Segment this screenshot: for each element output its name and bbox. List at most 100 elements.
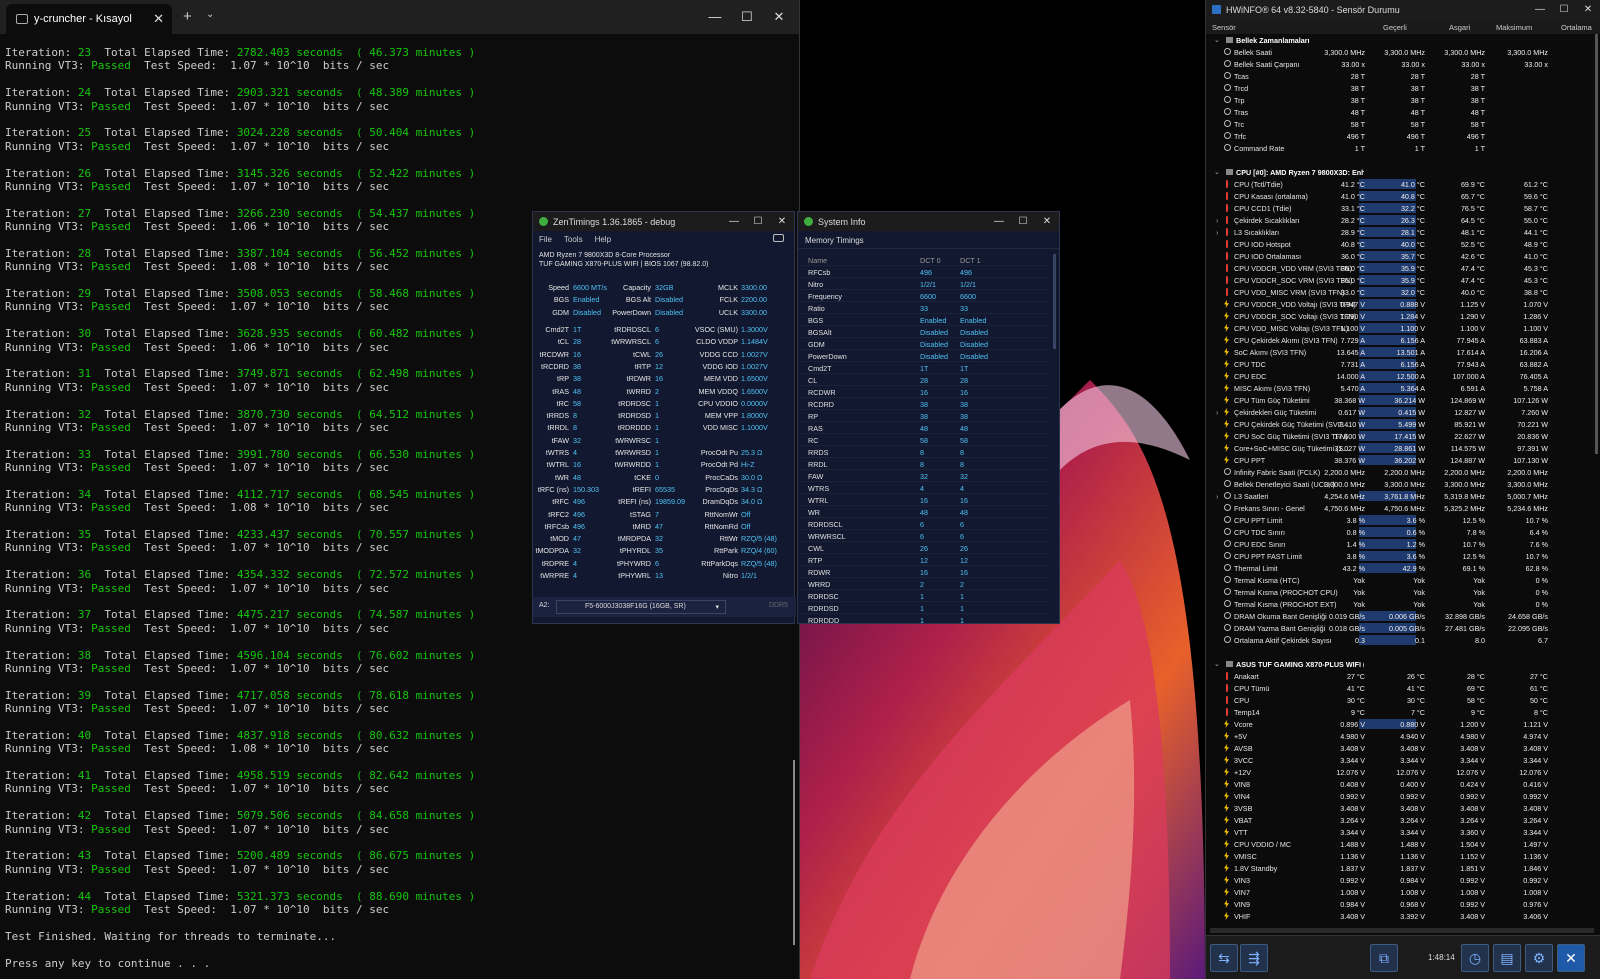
table-row[interactable]: RCDRD 38 38	[802, 398, 1047, 410]
sensor-row[interactable]: VIN9 0.984 V 0.968 V 0.992 V 0.976 V	[1206, 898, 1596, 910]
sensor-row[interactable]: Trfc 496 T 496 T 496 T	[1206, 130, 1596, 142]
sensor-row[interactable]: CPU VDDCR_SOC VRM (SVI3 TFN) 36.0 °C 35.9 …	[1206, 274, 1596, 286]
table-row[interactable]: BGSAlt Disabled Disabled	[802, 326, 1047, 338]
table-row[interactable]: PowerDown Disabled Disabled	[802, 350, 1047, 362]
sensor-row[interactable]: Vcore 0.896 V 0.880 V 1.200 V 1.121 V	[1206, 718, 1596, 730]
sensor-row[interactable]: CPU PPT 38.376 W 36.202 W 124.887 W 107.130 …	[1206, 454, 1596, 466]
sensor-row[interactable]: Trp 38 T 38 T 38 T	[1206, 94, 1596, 106]
sensor-row[interactable]: › Çekirdek Sıcaklıkları 28.2 °C 26.3 °C 64.5…	[1206, 214, 1596, 226]
sensor-row[interactable]: › L3 Saatleri 4,254.6 MHz 3,761.8 MHz 5,319.…	[1206, 490, 1596, 502]
sensor-row[interactable]: CPU PPT Limit 3.8 % 3.6 % 12.5 % 10.7 %	[1206, 514, 1596, 526]
sensor-row[interactable]: 3VCC 3.344 V 3.344 V 3.344 V 3.344 V	[1206, 754, 1596, 766]
sensor-row[interactable]: MISC Akımı (SVI3 TFN) 5.470 A 5.364 A 6.591…	[1206, 382, 1596, 394]
close-button[interactable]: ✕	[763, 2, 795, 32]
sensor-row[interactable]: VIN7 1.008 V 1.008 V 1.008 V 1.008 V	[1206, 886, 1596, 898]
sensor-row[interactable]: DRAM Okuma Bant Genişliği 0.019 GB/s 0.006…	[1206, 610, 1596, 622]
col-min[interactable]: Asgari	[1449, 23, 1470, 32]
menu-help[interactable]: Help	[595, 235, 611, 248]
sensor-row[interactable]: CPU (Tctl/Tdie) 41.2 °C 41.0 °C 69.9 °C 61.2…	[1206, 178, 1596, 190]
new-tab-button[interactable]: +	[183, 8, 192, 25]
chevron-down-icon[interactable]: ⌄	[1214, 660, 1220, 668]
sensor-group-header[interactable]: ⌄ Bellek Zamanlamaları	[1206, 34, 1596, 46]
hwinfo-horizontal-scrollbar[interactable]	[1210, 928, 1594, 933]
sensor-row[interactable]: VIN4 0.992 V 0.992 V 0.992 V 0.992 V	[1206, 790, 1596, 802]
sensor-row[interactable]: › Çekirdekleri Güç Tüketimi 0.617 W 0.415 W…	[1206, 406, 1596, 418]
chevron-right-icon[interactable]: ›	[1216, 228, 1218, 237]
sensor-row[interactable]: CPU Çekirdek Akımı (SVI3 TFN) 7.729 A 6.15…	[1206, 334, 1596, 346]
sensor-row[interactable]: CPU VDDCR_VDD VRM (SVI3 TFN) 36.0 °C 35.9 …	[1206, 262, 1596, 274]
sensor-row[interactable]: Trcd 38 T 38 T 38 T	[1206, 82, 1596, 94]
sensor-row[interactable]: SoC Akımı (SVI3 TFN) 13.645 A 13.501 A 17.6…	[1206, 346, 1596, 358]
table-row[interactable]: Ratio 33 33	[802, 302, 1047, 314]
minimize-button[interactable]: —	[699, 2, 731, 32]
table-row[interactable]: RRDS 8 8	[802, 446, 1047, 458]
table-row[interactable]: RDWR 16 16	[802, 566, 1047, 578]
sensor-row[interactable]: VIN8 0.408 V 0.400 V 0.424 V 0.416 V	[1206, 778, 1596, 790]
sensor-row[interactable]: Core+SoC+MISC Güç Tüketimi (S... 31.027 W…	[1206, 442, 1596, 454]
table-row[interactable]: RAS 48 48	[802, 422, 1047, 434]
table-row[interactable]: RC 58 58	[802, 434, 1047, 446]
sensor-row[interactable]: VHIF 3.408 V 3.392 V 3.408 V 3.406 V	[1206, 910, 1596, 922]
col-sensor[interactable]: Sensör	[1212, 23, 1236, 32]
sensor-row[interactable]: Trc 58 T 58 T 58 T	[1206, 118, 1596, 130]
sensor-row[interactable]: Bellek Saati Çarpanı 33.00 x 33.00 x 33.00 …	[1206, 58, 1596, 70]
table-row[interactable]: CWL 26 26	[802, 542, 1047, 554]
sensor-row[interactable]: DRAM Yazma Bant Genişliği 0.018 GB/s 0.005…	[1206, 622, 1596, 634]
table-row[interactable]: RP 38 38	[802, 410, 1047, 422]
sensor-row[interactable]: CPU VDDIO / MC 1.488 V 1.488 V 1.504 V 1.497…	[1206, 838, 1596, 850]
table-row[interactable]: RFCsb 496 496	[802, 266, 1047, 278]
table-row[interactable]: RDRDSD 1 1	[802, 602, 1047, 614]
table-row[interactable]: WTRS 4 4	[802, 482, 1047, 494]
table-row[interactable]: WRRD 2 2	[802, 578, 1047, 590]
col-max[interactable]: Maksimum	[1496, 23, 1532, 32]
terminal-tab[interactable]: y-cruncher - Kısayol ✕	[6, 4, 172, 34]
close-icon[interactable]: ✕	[1557, 944, 1585, 972]
col-current[interactable]: Geçerli	[1383, 23, 1407, 32]
menu-tools[interactable]: Tools	[564, 235, 583, 248]
sensor-row[interactable]: Termal Kısma (PROCHOT EXT) Yok Yok Yok 0 %	[1206, 598, 1596, 610]
sensor-row[interactable]: VMISC 1.136 V 1.136 V 1.152 V 1.136 V	[1206, 850, 1596, 862]
sensor-row[interactable]: CPU SoC Güç Tüketimi (SVI3 TFN) 17.600 W1…	[1206, 430, 1596, 442]
sensor-row[interactable]: AVSB 3.408 V 3.408 V 3.408 V 3.408 V	[1206, 742, 1596, 754]
sensor-row[interactable]: CPU Tümü 41 °C 41 °C 69 °C 61 °C	[1206, 682, 1596, 694]
sensor-row[interactable]: Termal Kısma (PROCHOT CPU) Yok Yok Yok 0 %	[1206, 586, 1596, 598]
table-row[interactable]: RRDL 8 8	[802, 458, 1047, 470]
table-row[interactable]: WTRL 16 16	[802, 494, 1047, 506]
table-row[interactable]: GDM Disabled Disabled	[802, 338, 1047, 350]
sensor-row[interactable]: Tras 48 T 48 T 48 T	[1206, 106, 1596, 118]
table-row[interactable]: CL 28 28	[802, 374, 1047, 386]
table-row[interactable]: Frequency 6600 6600	[802, 290, 1047, 302]
tab-dropdown-button[interactable]: ⌄	[206, 9, 214, 20]
chevron-down-icon[interactable]: ⌄	[1214, 36, 1220, 44]
sensor-row[interactable]: CPU TDC Sınırı 0.8 % 0.6 % 7.8 % 6.4 %	[1206, 526, 1596, 538]
sensor-row[interactable]: CPU VDD_MISC VRM (SVI3 TFN) 33.0 °C 32.0 °…	[1206, 286, 1596, 298]
clock-icon[interactable]: ◷	[1461, 944, 1489, 972]
sensor-row[interactable]: CPU Kasası (ortalama) 41.0 °C 40.8 °C 65.7 …	[1206, 190, 1596, 202]
table-row[interactable]: WRWRSCL 6 6	[802, 530, 1047, 542]
table-row[interactable]: BGS Enabled Enabled	[802, 314, 1047, 326]
table-row[interactable]: RDRDSC 1 1	[802, 590, 1047, 602]
sensor-row[interactable]: Thermal Limit 43.2 % 42.9 % 69.1 % 62.8 %	[1206, 562, 1596, 574]
close-tab-icon[interactable]: ✕	[153, 11, 164, 27]
sensor-row[interactable]: Infinity Fabric Saati (FCLK) 2,200.0 MHz 2…	[1206, 466, 1596, 478]
table-row[interactable]: RDRDDD 1 1	[802, 614, 1047, 624]
minimize-button[interactable]: —	[987, 207, 1011, 237]
table-row[interactable]: RDRDSCL 6 6	[802, 518, 1047, 530]
sensor-row[interactable]: › L3 Sıcaklıkları 28.9 °C 28.1 °C 48.1 °C 44.…	[1206, 226, 1596, 238]
hwinfo-scrollbar[interactable]	[1595, 34, 1598, 454]
sensor-row[interactable]: Bellek Denetleyici Saati (UCLK) 3,300.0 M…	[1206, 478, 1596, 490]
sensor-group-header[interactable]: ⌄CPU [#0]: AMD Ryzen 7 9800X3D: Enhanced	[1206, 166, 1596, 178]
sensor-row[interactable]: +5V 4.980 V 4.940 V 4.980 V 4.974 V	[1206, 730, 1596, 742]
sensor-row[interactable]: +12V 12.076 V 12.076 V 12.076 V 12.076 V	[1206, 766, 1596, 778]
sensor-row[interactable]: CPU TDC 7.731 A 6.156 A 77.943 A 63.882 A	[1206, 358, 1596, 370]
sensor-row[interactable]: Bellek Saati 3,300.0 MHz 3,300.0 MHz 3,300.…	[1206, 46, 1596, 58]
chevron-down-icon[interactable]: ⌄	[1214, 168, 1220, 176]
sensor-row[interactable]: Anakart 27 °C 26 °C 28 °C 27 °C	[1206, 670, 1596, 682]
sensor-row[interactable]: CPU PPT FAST Limit 3.8 % 3.6 % 12.5 % 10.7 %	[1206, 550, 1596, 562]
table-row[interactable]: RTP 12 12	[802, 554, 1047, 566]
arrows-expand-icon[interactable]: ⇶	[1240, 944, 1268, 972]
sensor-row[interactable]: CPU VDDCR_SOC Voltajı (SVI3 TFN) 1.290 V1…	[1206, 310, 1596, 322]
report-icon[interactable]: ▤	[1493, 944, 1521, 972]
gear-icon[interactable]: ⚙	[1525, 944, 1553, 972]
sensor-group-header[interactable]: ⌄ASUS TUF GAMING X870-PLUS WIFI (Nuvoton…	[1206, 658, 1596, 670]
